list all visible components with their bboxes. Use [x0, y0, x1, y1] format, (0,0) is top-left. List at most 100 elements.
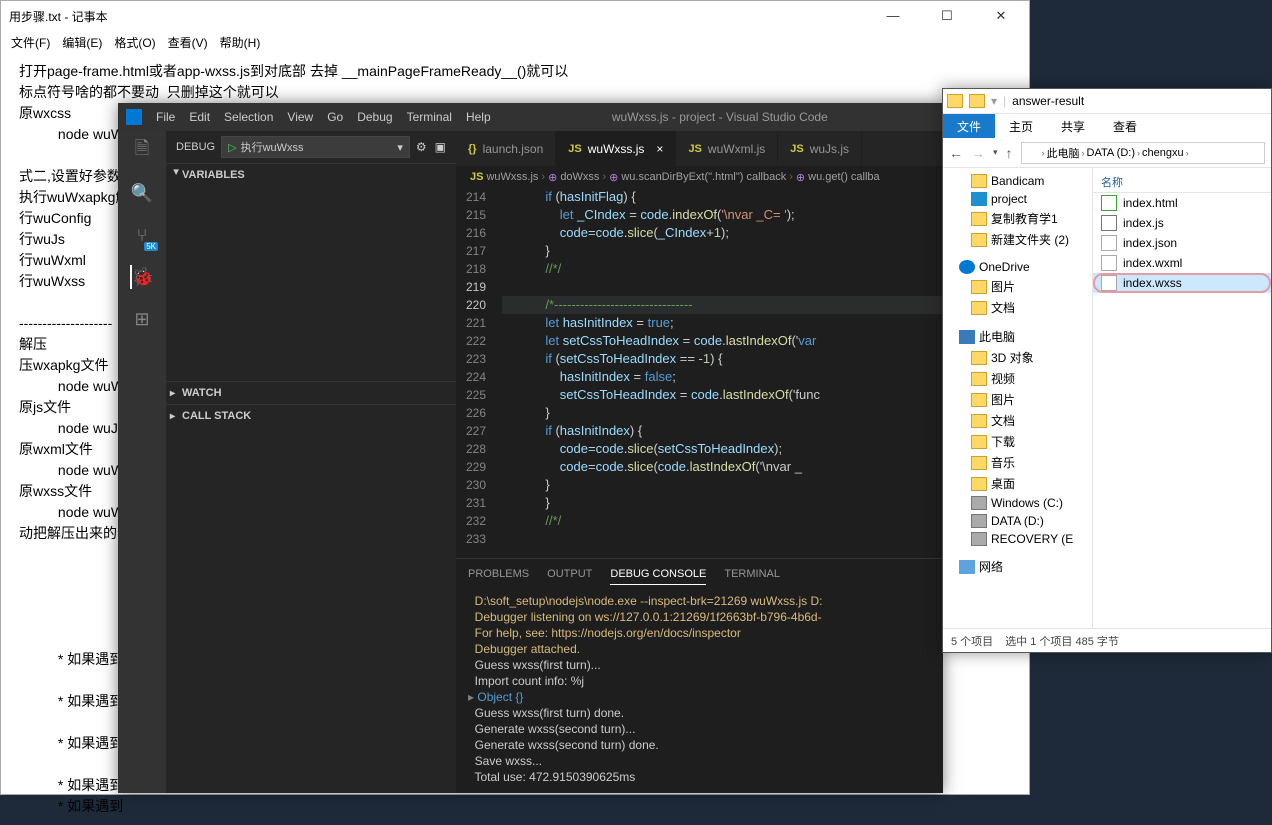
nav-bar: ← → ▾ ↑ › 此电脑›DATA (D:)›chengxu› [943, 138, 1271, 168]
debug-icon[interactable]: 🐞 [130, 265, 154, 289]
file-icon: JS [688, 143, 701, 155]
menu-go[interactable]: Go [327, 110, 343, 124]
file-icon: JS [568, 143, 581, 155]
method-icon: ⊕ [609, 171, 618, 184]
tree-node[interactable]: 桌面 [943, 473, 1092, 494]
tree-node[interactable]: 此电脑 [943, 326, 1092, 347]
panel-tabs: PROBLEMS OUTPUT DEBUG CONSOLE TERMINAL [456, 559, 943, 589]
menu-view[interactable]: 查看(V) [164, 32, 212, 53]
source-control-icon[interactable]: ⑂5K [130, 223, 154, 247]
file-item[interactable]: index.json [1093, 233, 1271, 253]
folder-icon [969, 94, 985, 108]
menu-edit[interactable]: 编辑(E) [58, 32, 106, 53]
panel-tab-output[interactable]: OUTPUT [547, 564, 592, 584]
tree-node[interactable]: OneDrive [943, 258, 1092, 276]
folder-icon [971, 477, 987, 491]
address-bar[interactable]: › 此电脑›DATA (D:)›chengxu› [1021, 142, 1265, 164]
nav-tree: Bandicamproject复制教育学1新建文件夹 (2)OneDrive图片… [943, 168, 1093, 628]
watch-section[interactable]: ▸ WATCH [166, 382, 456, 404]
file-item[interactable]: index.wxml [1093, 253, 1271, 273]
tree-node[interactable]: 图片 [943, 276, 1092, 297]
tree-node[interactable]: 下载 [943, 431, 1092, 452]
menu-help[interactable]: Help [466, 110, 491, 124]
menu-terminal[interactable]: Terminal [407, 110, 452, 124]
extensions-icon[interactable]: ⊞ [130, 307, 154, 331]
tree-node[interactable]: 复制教育学1 [943, 208, 1092, 229]
file-item[interactable]: index.html [1093, 193, 1271, 213]
tree-node[interactable]: 音乐 [943, 452, 1092, 473]
tab-wuWxml.js[interactable]: JSwuWxml.js [676, 131, 778, 166]
menu-selection[interactable]: Selection [224, 110, 273, 124]
tree-node[interactable]: 3D 对象 [943, 347, 1092, 368]
tree-node[interactable]: 新建文件夹 (2) [943, 229, 1092, 250]
debug-sidebar: DEBUG ▷ 执行wuWxss ▾ ⚙ ▣ ▸ VARIABLES ▸ WAT… [166, 131, 456, 793]
menu-format[interactable]: 格式(O) [110, 32, 159, 53]
explorer-titlebar[interactable]: ▾ | answer-result [943, 89, 1271, 114]
menu-debug[interactable]: Debug [357, 110, 392, 124]
menu-view[interactable]: View [287, 110, 313, 124]
callstack-section[interactable]: ▸ CALL STACK [166, 405, 456, 427]
up-button[interactable]: ↑ [1006, 145, 1013, 161]
panel-tab-debug-console[interactable]: DEBUG CONSOLE [610, 564, 706, 585]
notepad-titlebar[interactable]: 用步骤.txt - 记事本 — ☐ ✕ [1, 1, 1029, 31]
debug-config-select[interactable]: ▷ 执行wuWxss ▾ [221, 136, 410, 158]
tab-wuJs.js[interactable]: JSwuJs.js [778, 131, 862, 166]
code-editor[interactable]: 2142152162172182192202212222232242252262… [456, 188, 943, 558]
recent-button[interactable]: ▾ [993, 147, 998, 158]
panel-tab-problems[interactable]: PROBLEMS [468, 564, 529, 584]
ribbon-share[interactable]: 共享 [1047, 114, 1099, 138]
file-icon [1101, 235, 1117, 251]
column-header-name[interactable]: 名称 [1093, 172, 1271, 193]
ribbon-file[interactable]: 文件 [943, 114, 995, 138]
forward-button[interactable]: → [971, 145, 985, 161]
breadcrumb[interactable]: JSwuWxss.js › ⊕ doWxss › ⊕ wu.scanDirByE… [456, 166, 943, 188]
file-icon: JS [790, 143, 803, 155]
file-icon [1101, 275, 1117, 291]
search-icon[interactable]: 🔍 [130, 181, 154, 205]
tree-node[interactable]: 图片 [943, 389, 1092, 410]
folder-icon [1026, 147, 1040, 159]
menu-edit[interactable]: Edit [189, 110, 210, 124]
ribbon-home[interactable]: 主页 [995, 114, 1047, 138]
close-button[interactable]: ✕ [981, 8, 1021, 24]
minimize-button[interactable]: — [873, 8, 913, 24]
vscode-title: wuWxss.js - project - Visual Studio Code [505, 110, 935, 124]
console-icon[interactable]: ▣ [435, 140, 446, 154]
file-item[interactable]: index.js [1093, 213, 1271, 233]
menu-file[interactable]: 文件(F) [7, 32, 54, 53]
close-tab-icon[interactable]: × [656, 142, 663, 156]
variables-section[interactable]: ▸ VARIABLES [166, 164, 456, 186]
folder-icon [971, 174, 987, 188]
tree-node[interactable]: Windows (C:) [943, 494, 1092, 512]
tree-node[interactable]: 文档 [943, 410, 1092, 431]
file-icon: JS [470, 171, 483, 183]
menu-help[interactable]: 帮助(H) [216, 32, 265, 53]
back-button[interactable]: ← [949, 145, 963, 161]
folder-icon [971, 456, 987, 470]
status-bar: 5 个项目 选中 1 个项目 485 字节 [943, 628, 1271, 652]
tab-wuWxss.js[interactable]: JSwuWxss.js× [556, 131, 676, 166]
vscode-titlebar[interactable]: File Edit Selection View Go Debug Termin… [118, 103, 943, 131]
play-icon: ▷ [228, 141, 236, 154]
folder-icon [947, 94, 963, 108]
folder-icon [971, 351, 987, 365]
tree-node[interactable]: Bandicam [943, 172, 1092, 190]
tree-node[interactable]: RECOVERY (E [943, 530, 1092, 548]
folder-icon [971, 233, 987, 247]
file-item[interactable]: index.wxss [1093, 273, 1271, 293]
debug-console[interactable]: D:\soft_setup\nodejs\node.exe --inspect-… [456, 589, 943, 793]
notepad-menubar: 文件(F) 编辑(E) 格式(O) 查看(V) 帮助(H) [1, 31, 1029, 53]
maximize-button[interactable]: ☐ [927, 8, 967, 24]
tree-node[interactable]: 网络 [943, 556, 1092, 577]
menu-file[interactable]: File [156, 110, 175, 124]
ribbon-view[interactable]: 查看 [1099, 114, 1151, 138]
panel-tab-terminal[interactable]: TERMINAL [724, 564, 780, 584]
tree-node[interactable]: 文档 [943, 297, 1092, 318]
explorer-icon[interactable]: 🗎 [130, 139, 154, 163]
tree-node[interactable]: 视频 [943, 368, 1092, 389]
tree-node[interactable]: DATA (D:) [943, 512, 1092, 530]
explorer-window: ▾ | answer-result 文件 主页 共享 查看 ← → ▾ ↑ › … [942, 88, 1272, 653]
gear-icon[interactable]: ⚙ [416, 140, 427, 154]
tab-launch.json[interactable]: {}launch.json [456, 131, 556, 166]
tree-node[interactable]: project [943, 190, 1092, 208]
